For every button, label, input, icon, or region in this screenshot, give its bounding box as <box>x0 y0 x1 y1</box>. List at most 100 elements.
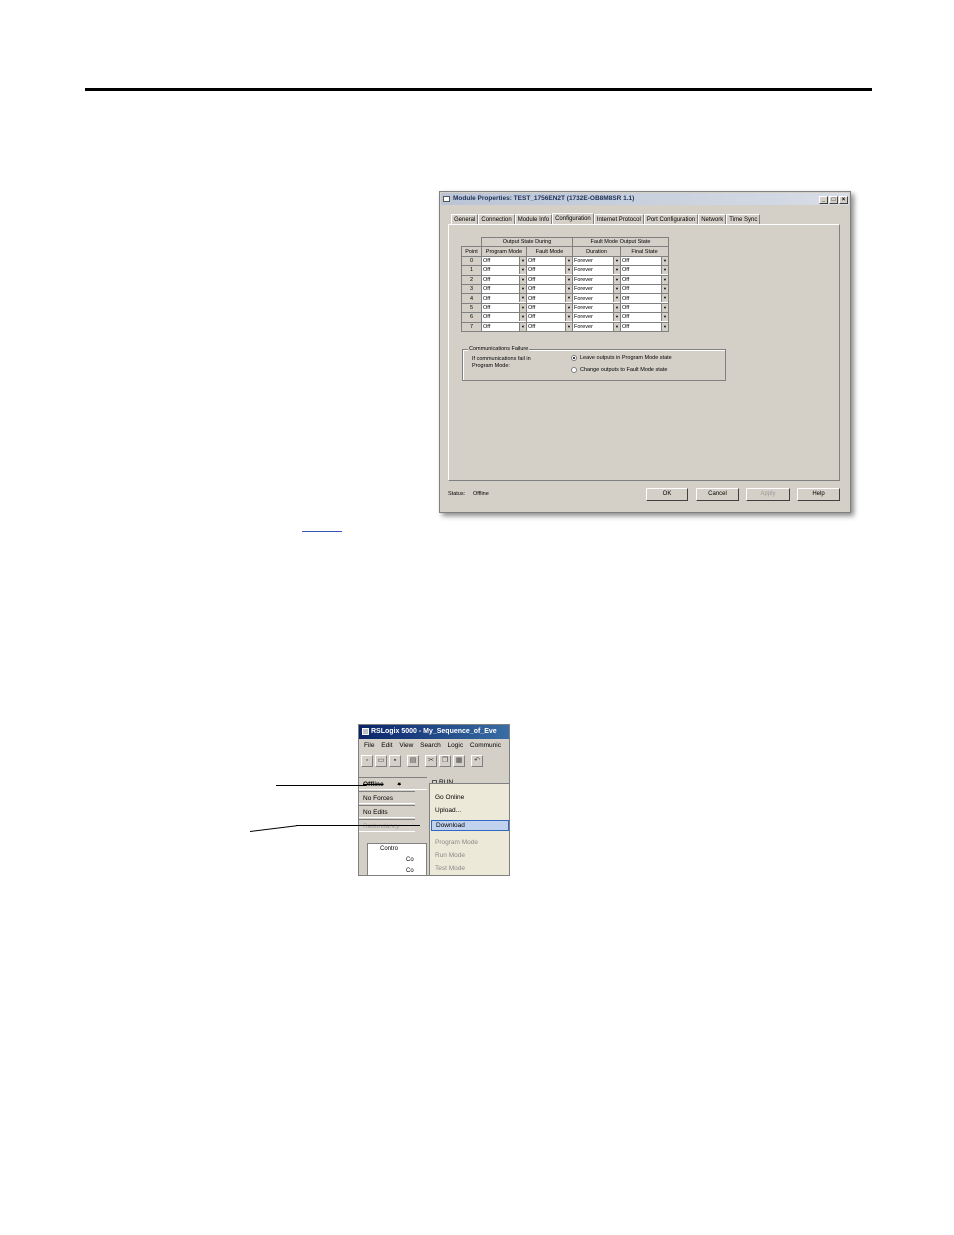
save-icon[interactable]: ▪ <box>389 755 401 767</box>
menu-edit[interactable]: Edit <box>381 742 392 749</box>
menu-file[interactable]: File <box>364 742 374 749</box>
dropdown-icon[interactable]: ▾ <box>398 781 401 788</box>
fault-mode-select[interactable]: Off ▼ <box>526 321 573 332</box>
final-state-select[interactable]: Off ▼ <box>620 274 669 285</box>
fault-mode-select[interactable]: Off ▼ <box>526 312 573 323</box>
dropdown-arrow-icon[interactable]: ▼ <box>519 313 526 322</box>
paste-icon[interactable]: ▦ <box>453 755 465 767</box>
menu-item-test-mode[interactable]: Test Mode <box>435 865 465 872</box>
fault-mode-select[interactable]: Off ▼ <box>526 265 573 276</box>
dropdown-arrow-icon[interactable]: ▼ <box>613 266 620 275</box>
final-state-select[interactable]: Off ▼ <box>620 293 669 304</box>
undo-icon[interactable]: ↶ <box>471 755 483 767</box>
copy-icon[interactable]: ❐ <box>439 755 451 767</box>
final-state-select[interactable]: Off ▼ <box>620 302 669 314</box>
menu-item-go-online[interactable]: Go Online <box>435 794 464 801</box>
dropdown-arrow-icon[interactable]: ▼ <box>661 294 668 303</box>
tab-port-configuration[interactable]: Port Configuration <box>643 214 699 224</box>
duration-select[interactable]: Forever ▼ <box>572 302 621 314</box>
tab-configuration[interactable]: Configuration <box>552 213 594 224</box>
final-state-select[interactable]: Off ▼ <box>620 312 669 323</box>
program-mode-select[interactable]: Off ▼ <box>481 312 527 323</box>
program-mode-select[interactable]: Off ▼ <box>481 302 527 314</box>
tab-connection[interactable]: Connection <box>478 214 515 224</box>
tab-internet-protocol[interactable]: Internet Protocol <box>593 214 644 224</box>
fault-mode-select[interactable]: Off ▼ <box>526 293 573 304</box>
program-mode-select[interactable]: Off ▼ <box>481 293 527 304</box>
help-button[interactable]: Help <box>797 488 840 501</box>
program-mode-select[interactable]: Off ▼ <box>481 255 527 267</box>
final-state-select[interactable]: Off ▼ <box>620 255 669 267</box>
dropdown-arrow-icon[interactable]: ▼ <box>613 303 620 312</box>
dropdown-arrow-icon[interactable]: ▼ <box>661 284 668 293</box>
duration-select[interactable]: Forever ▼ <box>572 293 621 304</box>
dropdown-arrow-icon[interactable]: ▼ <box>565 313 572 322</box>
dropdown-arrow-icon[interactable]: ▼ <box>519 294 526 303</box>
maximize-button[interactable]: □ <box>829 196 838 204</box>
duration-select[interactable]: Forever ▼ <box>572 321 621 332</box>
dropdown-arrow-icon[interactable]: ▼ <box>565 294 572 303</box>
radio-leave-outputs-label[interactable]: Leave outputs in Program Mode state <box>580 355 672 361</box>
final-state-select[interactable]: Off ▼ <box>620 265 669 276</box>
dropdown-arrow-icon[interactable]: ▼ <box>613 275 620 284</box>
status-offline[interactable]: Offline ▾ <box>359 777 427 790</box>
final-state-select[interactable]: Off ▼ <box>620 283 669 295</box>
duration-select[interactable]: Forever ▼ <box>572 265 621 276</box>
apply-button[interactable]: Apply <box>746 488 790 501</box>
fault-mode-select[interactable]: Off ▼ <box>526 255 573 267</box>
dropdown-arrow-icon[interactable]: ▼ <box>565 256 572 265</box>
dropdown-arrow-icon[interactable]: ▼ <box>565 303 572 312</box>
dropdown-arrow-icon[interactable]: ▼ <box>613 313 620 322</box>
cancel-button[interactable]: Cancel <box>696 488 739 501</box>
print-icon[interactable]: ▤ <box>407 755 419 767</box>
menu-item-upload[interactable]: Upload... <box>435 807 461 814</box>
program-mode-select[interactable]: Off ▼ <box>481 283 527 295</box>
dropdown-arrow-icon[interactable]: ▼ <box>519 284 526 293</box>
dropdown-arrow-icon[interactable]: ▼ <box>519 275 526 284</box>
final-state-select[interactable]: Off ▼ <box>620 321 669 332</box>
dropdown-arrow-icon[interactable]: ▼ <box>565 322 572 331</box>
program-mode-select[interactable]: Off ▼ <box>481 274 527 285</box>
program-mode-select[interactable]: Off ▼ <box>481 265 527 276</box>
dropdown-arrow-icon[interactable]: ▼ <box>661 256 668 265</box>
close-button[interactable]: × <box>839 196 848 204</box>
menu-communications[interactable]: Communic <box>470 742 501 749</box>
tab-time-sync[interactable]: Time Sync <box>726 214 761 224</box>
tab-network[interactable]: Network <box>698 214 727 224</box>
menu-item-run-mode[interactable]: Run Mode <box>435 852 465 859</box>
menu-item-program-mode[interactable]: Program Mode <box>435 839 478 846</box>
dropdown-arrow-icon[interactable]: ▼ <box>519 266 526 275</box>
dropdown-arrow-icon[interactable]: ▼ <box>661 313 668 322</box>
menu-search[interactable]: Search <box>420 742 441 749</box>
radio-change-outputs[interactable] <box>571 367 577 373</box>
dropdown-arrow-icon[interactable]: ▼ <box>661 303 668 312</box>
dropdown-arrow-icon[interactable]: ▼ <box>613 294 620 303</box>
dropdown-arrow-icon[interactable]: ▼ <box>565 275 572 284</box>
open-icon[interactable]: ▭ <box>375 755 387 767</box>
fault-mode-select[interactable]: Off ▼ <box>526 283 573 295</box>
menu-item-download[interactable]: Download <box>431 820 509 831</box>
dropdown-arrow-icon[interactable]: ▼ <box>519 256 526 265</box>
dropdown-arrow-icon[interactable]: ▼ <box>661 275 668 284</box>
dropdown-arrow-icon[interactable]: ▼ <box>613 284 620 293</box>
program-mode-select[interactable]: Off ▼ <box>481 321 527 332</box>
minimize-button[interactable]: _ <box>819 196 828 204</box>
dropdown-arrow-icon[interactable]: ▼ <box>613 322 620 331</box>
fault-mode-select[interactable]: Off ▼ <box>526 274 573 285</box>
tab-module-info[interactable]: Module Info <box>514 214 553 224</box>
reference-link[interactable] <box>302 524 342 532</box>
menu-view[interactable]: View <box>399 742 413 749</box>
fault-mode-select[interactable]: Off ▼ <box>526 302 573 314</box>
dropdown-arrow-icon[interactable]: ▼ <box>519 322 526 331</box>
dropdown-arrow-icon[interactable]: ▼ <box>661 322 668 331</box>
radio-change-outputs-label[interactable]: Change outputs to Fault Mode state <box>580 367 667 373</box>
dropdown-arrow-icon[interactable]: ▼ <box>661 266 668 275</box>
menu-logic[interactable]: Logic <box>448 742 464 749</box>
duration-select[interactable]: Forever ▼ <box>572 274 621 285</box>
dropdown-arrow-icon[interactable]: ▼ <box>565 266 572 275</box>
tree-item-2[interactable]: Co <box>406 868 414 874</box>
radio-leave-outputs[interactable] <box>571 355 577 361</box>
new-icon[interactable]: ▫ <box>361 755 373 767</box>
tree-item-1[interactable]: Co <box>406 857 414 863</box>
ok-button[interactable]: OK <box>646 488 688 501</box>
